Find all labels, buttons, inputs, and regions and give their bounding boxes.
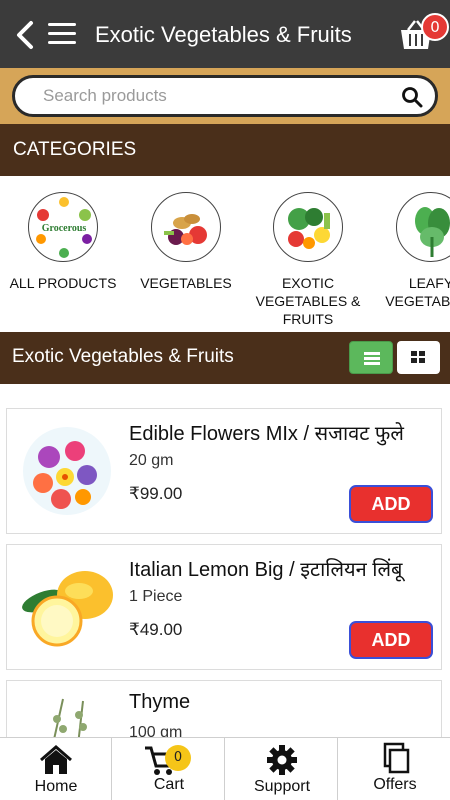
back-arrow-icon[interactable] xyxy=(12,20,38,50)
home-icon xyxy=(40,745,72,774)
product-quantity: 1 Piece xyxy=(129,588,183,605)
category-label: VEGETABLES xyxy=(140,275,232,291)
section-header: Exotic Vegetables & Fruits xyxy=(0,332,450,384)
list-icon xyxy=(364,352,380,365)
grid-view-button[interactable] xyxy=(397,341,440,374)
nav-home-label: Home xyxy=(34,778,78,795)
list-view-button[interactable] xyxy=(349,341,393,374)
category-exotic-vegetables-fruits[interactable]: EXOTIC VEGETABLES & FRUITS xyxy=(246,192,370,328)
category-carousel[interactable]: Grocerous ALL PRODUCTS VEGETABLES EXOTIC… xyxy=(0,176,450,332)
category-label: ALL PRODUCTS xyxy=(9,275,117,291)
product-price: ₹49.00 xyxy=(129,620,183,639)
product-quantity: 20 gm xyxy=(129,452,174,469)
gear-icon xyxy=(267,745,297,775)
cart-count-badge: 0 xyxy=(165,745,191,771)
exotic-vegetables-image xyxy=(273,192,343,262)
category-vegetables[interactable]: VEGETABLES xyxy=(124,192,248,292)
product-card[interactable]: Italian Lemon Big / इटालियन लिंबू 1 Piec… xyxy=(6,544,442,670)
product-name: Thyme xyxy=(129,691,191,713)
nav-offers[interactable]: Offers xyxy=(339,738,450,800)
category-leafy-vegetables[interactable]: LEAFY VEGETABLES xyxy=(369,192,450,310)
add-to-cart-button[interactable]: ADD xyxy=(349,485,433,523)
grid-icon xyxy=(411,351,425,363)
search-bar-area xyxy=(0,68,450,124)
product-card[interactable]: Edible Flowers MIx / सजावट फुले 20 gm ₹9… xyxy=(6,408,442,534)
cart-count-badge: 0 xyxy=(421,13,449,41)
product-list[interactable]: Edible Flowers MIx / सजावट फुले 20 gm ₹9… xyxy=(0,384,450,738)
copy-offers-icon xyxy=(383,742,410,774)
search-icon[interactable] xyxy=(401,86,423,108)
product-name: Edible Flowers MIx / सजावट फुले xyxy=(129,423,404,445)
nav-offers-label: Offers xyxy=(373,776,417,793)
nav-support[interactable]: Support xyxy=(226,738,338,800)
edible-flowers-image xyxy=(13,417,121,525)
page-title: Exotic Vegetables & Fruits xyxy=(95,22,352,47)
app-screen: Exotic Vegetables & Fruits 0 CATEGORIES xyxy=(0,0,450,800)
section-title: Exotic Vegetables & Fruits xyxy=(12,346,234,367)
vegetables-image xyxy=(151,192,221,262)
product-quantity: 100 gm xyxy=(129,724,183,738)
leafy-vegetables-image xyxy=(396,192,450,262)
nav-cart[interactable]: 0 Cart xyxy=(113,738,225,800)
thyme-image xyxy=(13,689,121,738)
nav-home[interactable]: Home xyxy=(0,738,112,800)
nav-cart-label: Cart xyxy=(153,776,185,793)
search-box xyxy=(12,75,438,117)
category-label: EXOTIC VEGETABLES & FRUITS xyxy=(255,275,361,327)
bottom-navigation: Home 0 Cart Support Offers xyxy=(0,737,450,800)
top-app-bar: Exotic Vegetables & Fruits 0 xyxy=(0,0,450,68)
product-card[interactable]: Thyme 100 gm xyxy=(6,680,442,738)
add-to-cart-button[interactable]: ADD xyxy=(349,621,433,659)
hamburger-menu-icon[interactable] xyxy=(48,23,76,47)
search-input[interactable] xyxy=(43,78,383,114)
categories-title: CATEGORIES xyxy=(13,139,137,160)
categories-header: CATEGORIES xyxy=(0,124,450,176)
nav-support-label: Support xyxy=(253,778,311,795)
lemon-image xyxy=(13,553,121,661)
grocerous-logo-image: Grocerous xyxy=(28,192,98,262)
grocerous-logo-text: Grocerous xyxy=(42,223,87,234)
category-label: LEAFY VEGETABLES xyxy=(385,275,450,309)
product-price: ₹99.00 xyxy=(129,484,183,503)
product-name: Italian Lemon Big / इटालियन लिंबू xyxy=(129,559,403,581)
category-all-products[interactable]: Grocerous ALL PRODUCTS xyxy=(1,192,125,292)
